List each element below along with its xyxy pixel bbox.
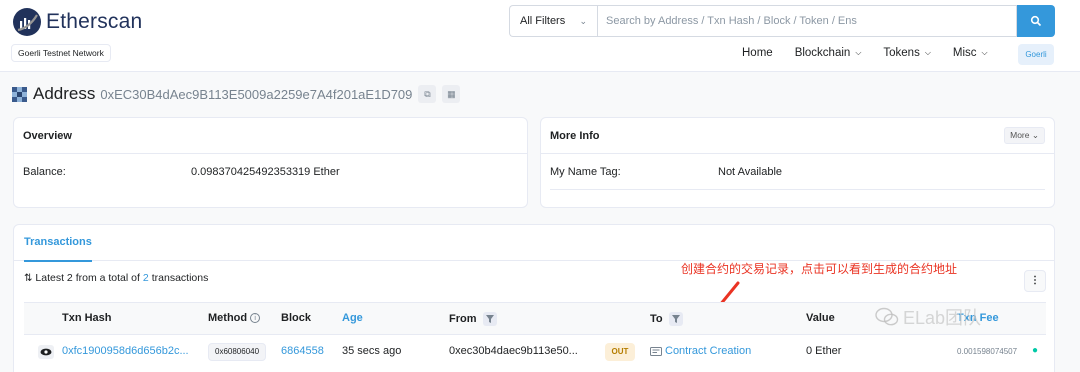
balance-row: Balance: 0.098370425492353319 Ether xyxy=(14,154,527,190)
balance-value: 0.098370425492353319 Ether xyxy=(191,166,340,178)
summary-middle: from a total of xyxy=(75,272,140,284)
overview-title: Overview xyxy=(23,129,72,142)
chevron-down-icon: ⌵ xyxy=(924,48,931,57)
filter-icon[interactable] xyxy=(668,312,683,326)
search-filter-value: All Filters xyxy=(520,15,566,27)
col-to-label: To xyxy=(650,313,663,325)
search-input[interactable] xyxy=(597,5,1017,37)
summary-total-link[interactable]: 2 xyxy=(143,272,149,284)
main-nav: Home Blockchain ⌵ Tokens ⌵ Misc ⌵ xyxy=(742,47,1010,59)
copy-icon[interactable]: ⧉ xyxy=(418,85,437,103)
etherscan-logo[interactable]: Etherscan xyxy=(13,8,142,36)
transactions-summary: ⇅ Latest 2 from a total of 2 transaction… xyxy=(24,272,208,284)
more-dropdown-button[interactable]: More ⌄ xyxy=(1004,127,1045,144)
age-value: 35 secs ago xyxy=(342,345,402,357)
search-filter-select[interactable]: All Filters ⌄ xyxy=(509,5,597,37)
col-method-label: Method xyxy=(208,312,248,324)
col-txn-hash: Txn Hash xyxy=(62,312,112,324)
gas-price-icon[interactable]: ● xyxy=(1032,345,1038,356)
nav-tokens[interactable]: Tokens ⌵ xyxy=(883,47,931,59)
tab-transactions[interactable]: Transactions xyxy=(24,225,92,262)
name-tag-value: Not Available xyxy=(718,165,783,178)
method-badge: 0x60806040 xyxy=(208,343,267,361)
watermark-text: ELab团队 xyxy=(903,308,982,328)
more-options-icon[interactable]: ⋮ xyxy=(1024,270,1046,292)
more-info-header: More Info More ⌄ xyxy=(541,118,1054,154)
chevron-down-icon: ⌄ xyxy=(1031,130,1039,140)
txn-fee-value: 0.001598074507 xyxy=(957,347,1018,356)
txn-hash-link[interactable]: 0xfc1900958d6d656b2c... xyxy=(62,345,189,357)
chevron-down-icon: ⌵ xyxy=(981,48,988,57)
page-title: Address xyxy=(33,84,96,103)
balance-label: Balance: xyxy=(23,166,66,178)
nav-home-label: Home xyxy=(742,47,773,59)
to-cell: Contract Creation xyxy=(650,345,751,357)
filter-icon[interactable] xyxy=(482,312,497,326)
sort-icon: ⇅ xyxy=(24,272,33,284)
top-header: Etherscan Goerli Testnet Network All Fil… xyxy=(0,0,1080,72)
table-row: 0xfc1900958d6d656b2c... 0x60806040 68645… xyxy=(24,336,1046,368)
brand-name: Etherscan xyxy=(46,10,143,33)
col-method: Method i xyxy=(208,312,261,324)
wechat-icon xyxy=(875,307,899,326)
address-avatar-icon xyxy=(12,86,27,102)
address-hash: 0xEC30B4dAec9B113E5009a2259e7A4f201aE1D7… xyxy=(100,86,413,102)
address-heading: Address 0xEC30B4dAec9B113E5009a2259e7A4f… xyxy=(12,84,461,104)
nav-tokens-label: Tokens xyxy=(883,47,920,59)
more-info-card: More Info More ⌄ My Name Tag: Not Availa… xyxy=(540,117,1055,208)
col-from-label: From xyxy=(449,313,477,325)
name-tag-label: My Name Tag: xyxy=(550,165,621,178)
overview-header: Overview xyxy=(14,118,527,154)
overview-card: Overview Balance: 0.098370425492353319 E… xyxy=(13,117,528,208)
summary-suffix: transactions xyxy=(151,272,209,284)
value-cell: 0 Ether xyxy=(806,345,842,357)
nav-home[interactable]: Home xyxy=(742,47,773,59)
search-button[interactable] xyxy=(1017,5,1055,37)
summary-count: 2 xyxy=(66,272,73,284)
more-button-label: More xyxy=(1010,130,1030,140)
summary-prefix: Latest xyxy=(35,272,64,284)
info-icon[interactable]: i xyxy=(250,313,261,323)
contract-creation-link[interactable]: Contract Creation xyxy=(665,345,751,357)
col-to: To xyxy=(650,312,683,326)
network-switch-button[interactable]: Goerli xyxy=(1018,44,1054,65)
eye-icon[interactable] xyxy=(38,345,54,359)
qr-code-icon[interactable]: ▦ xyxy=(442,85,461,103)
annotation-text: 创建合约的交易记录，点击可以看到生成的合约地址 xyxy=(681,262,958,276)
etherscan-logo-icon xyxy=(13,8,41,36)
contract-icon xyxy=(650,346,662,356)
chevron-down-icon: ⌵ xyxy=(855,48,862,57)
nav-blockchain-label: Blockchain xyxy=(794,47,851,59)
from-address: 0xec30b4daec9b113e50... xyxy=(449,345,578,357)
nav-misc-label: Misc xyxy=(952,47,977,59)
col-from: From xyxy=(449,312,497,326)
nav-blockchain[interactable]: Blockchain ⌵ xyxy=(795,47,862,59)
chevron-down-icon: ⌄ xyxy=(579,15,587,26)
search-bar: All Filters ⌄ xyxy=(509,5,1055,37)
col-block: Block xyxy=(281,312,311,324)
transactions-tabs: Transactions xyxy=(14,225,1054,262)
network-badge: Goerli Testnet Network xyxy=(11,44,111,62)
col-age[interactable]: Age xyxy=(342,312,363,324)
direction-badge: OUT xyxy=(605,343,635,361)
more-info-title: More Info xyxy=(550,129,600,142)
search-icon xyxy=(1030,15,1042,27)
col-value: Value xyxy=(806,312,835,324)
transactions-card: Transactions ⇅ Latest 2 from a total of … xyxy=(13,224,1055,372)
watermark: ELab团队 xyxy=(875,304,981,330)
name-tag-row: My Name Tag: Not Available xyxy=(550,154,1045,190)
block-link[interactable]: 6864558 xyxy=(281,345,324,357)
nav-misc[interactable]: Misc ⌵ xyxy=(953,47,988,59)
